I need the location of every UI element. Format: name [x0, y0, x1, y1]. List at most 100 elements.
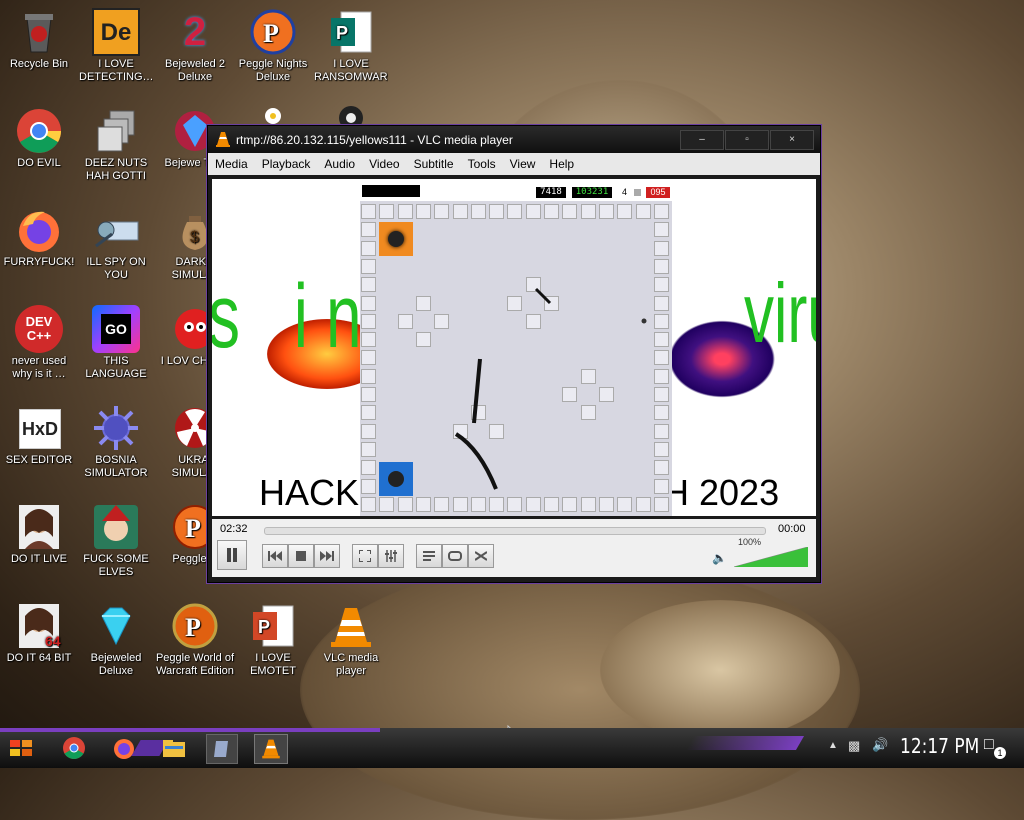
skip-forward-icon — [320, 551, 334, 561]
desktop-icon-label: Recycle Bin — [9, 58, 69, 70]
menu-video[interactable]: Video — [362, 157, 406, 171]
portrait-64-icon: 64 — [15, 602, 63, 650]
peggle-nights-icon: P — [249, 8, 297, 56]
stop-button[interactable] — [288, 544, 314, 568]
tray-network-icon[interactable]: ▩ — [848, 738, 860, 754]
background-figure-hand — [600, 600, 840, 740]
fullscreen-button[interactable] — [352, 544, 378, 568]
desktop-icon-i-love-emotet[interactable]: P I LOVE EMOTET — [236, 602, 310, 678]
goland-icon: GO — [92, 305, 140, 353]
desktop-icon-label: Peggle Nights Deluxe — [238, 58, 308, 83]
desktop-icon-recycle-bin[interactable]: Recycle Bin — [2, 8, 76, 71]
start-button[interactable] — [8, 734, 36, 762]
taskbar-notepad[interactable] — [206, 734, 238, 764]
video-area[interactable]: s infe viru HACK H 2023 7418 103231 4 09… — [212, 179, 816, 516]
taskbar-chrome[interactable] — [60, 734, 88, 762]
maximize-icon: ▫ — [745, 134, 749, 145]
desktop-icon-this-language[interactable]: GO THIS LANGUAGE … — [79, 305, 153, 383]
desktop-icon-dev-cpp[interactable]: DEV C++ never used why is it … — [2, 305, 76, 381]
minimize-button[interactable]: – — [680, 129, 724, 150]
taskbar-vlc[interactable] — [254, 734, 288, 764]
pause-icon — [227, 548, 237, 562]
desktop-icon-bosnia-simulator[interactable]: BOSNIA SIMULATOR — [79, 404, 153, 480]
desktop-icon-label: Peggle World of Warcraft Edition — [155, 652, 235, 677]
desktop-icon-label: DEEZ NUTS HAH GOTTI — [84, 157, 148, 182]
previous-button[interactable] — [262, 544, 288, 568]
speaker-icon[interactable]: 🔈 — [712, 551, 727, 565]
vlc-window: rtmp://86.20.132.115/yellows111 - VLC me… — [207, 125, 821, 583]
taskbar-firefox[interactable] — [110, 734, 138, 762]
desktop-icon-sex-editor[interactable]: HxD SEX EDITOR — [2, 404, 76, 467]
desktop-icon-label: ILL SPY ON YOU — [86, 256, 146, 281]
taskbar-accent-left — [0, 728, 380, 732]
notification-count: 1 — [994, 747, 1006, 759]
volume-slider[interactable] — [733, 546, 809, 568]
menu-subtitle[interactable]: Subtitle — [407, 157, 461, 171]
maximize-button[interactable]: ▫ — [725, 129, 769, 150]
menu-audio[interactable]: Audio — [317, 157, 362, 171]
desktop-icon-furryfuck[interactable]: FURRYFUCK! — [2, 206, 76, 269]
gear-icon — [327, 104, 375, 130]
taskbar-explorer[interactable] — [160, 734, 188, 762]
desktop-icon-label: Bejeweled Deluxe — [90, 652, 142, 677]
close-button[interactable]: × — [770, 129, 814, 150]
tray-volume-icon[interactable]: 🔊 — [872, 737, 888, 753]
taskbar-clock[interactable]: 12:17 PM — [900, 734, 979, 758]
close-icon: × — [789, 134, 795, 145]
background-figure-body — [300, 560, 860, 820]
desktop-icon-flowers[interactable] — [236, 104, 310, 126]
desktop-icon-i-love-ransomware[interactable]: P I LOVE RANSOMWARE — [314, 8, 388, 84]
desktop-icon-detecting[interactable]: De I LOVE DETECTING… — [79, 8, 153, 84]
time-total: 00:00 — [778, 523, 806, 535]
extended-settings-button[interactable] — [378, 544, 404, 568]
game-board[interactable]: 7418 103231 4 095 — [360, 179, 672, 516]
shuffle-button[interactable] — [468, 544, 494, 568]
firefox-icon — [15, 206, 63, 254]
desktop-icon-ill-spy-on-you[interactable]: ILL SPY ON YOU — [79, 206, 153, 282]
notification-center-icon[interactable]: □ — [984, 736, 994, 754]
video-bottom-right-text: H 2023 — [663, 472, 780, 513]
vlc-titlebar[interactable]: rtmp://86.20.132.115/yellows111 - VLC me… — [208, 126, 820, 153]
chrome-icon — [15, 107, 63, 155]
loop-icon — [448, 551, 462, 561]
seek-bar[interactable] — [264, 527, 766, 535]
desktop-icon-peggle-nights[interactable]: P Peggle Nights Deluxe — [236, 8, 310, 84]
publisher-icon: P — [327, 8, 375, 56]
desktop-icon-label: DO IT LIVE — [10, 553, 68, 565]
desktop-icon-label: SEX EDITOR — [5, 454, 73, 466]
desktop-icon-gear[interactable] — [314, 104, 388, 130]
menu-playback[interactable]: Playback — [255, 157, 318, 171]
time-elapsed: 02:32 — [220, 523, 248, 535]
desktop-icon-deez-nuts[interactable]: DEEZ NUTS HAH GOTTI — [79, 107, 153, 183]
desktop-icon-do-it-64-bit[interactable]: 64 DO IT 64 BIT — [2, 602, 76, 665]
detect-it-easy-icon: De — [92, 8, 140, 56]
menu-tools[interactable]: Tools — [461, 157, 503, 171]
elf-game-icon — [92, 503, 140, 551]
desktop-icon-bejeweled-2[interactable]: 2 Bejeweled 2 Deluxe — [158, 8, 232, 84]
menu-media[interactable]: Media — [208, 157, 255, 171]
svg-text:P: P — [336, 23, 348, 43]
desktop-icon-do-evil[interactable]: DO EVIL — [2, 107, 76, 170]
video-bottom-left-text: HACK — [259, 472, 360, 513]
tray-chevron-up-icon[interactable]: ▲ — [828, 740, 838, 751]
desktop-icon-fuck-some-elves[interactable]: FUCK SOME ELVES — [79, 503, 153, 579]
bejeweled-2-icon: 2 — [183, 9, 207, 54]
peggle-wow-icon: P — [171, 602, 219, 650]
desktop-icon-do-it-live[interactable]: DO IT LIVE — [2, 503, 76, 566]
loop-button[interactable] — [442, 544, 468, 568]
desktop-icon-bejeweled-deluxe[interactable]: Bejeweled Deluxe — [79, 602, 153, 678]
desktop-icon-label: FURRYFUCK! — [3, 256, 75, 268]
menu-view[interactable]: View — [503, 157, 543, 171]
menu-help[interactable]: Help — [542, 157, 581, 171]
taskbar: ▲ ▩ 🔊 12:17 PM □ 1 — [0, 728, 1024, 768]
desktop-icon-label: I LOVE DETECTING… — [79, 58, 153, 83]
pause-button[interactable] — [217, 540, 247, 570]
desktop-icon-vlc[interactable]: VLC media player — [314, 602, 388, 678]
svg-text:$: $ — [190, 229, 199, 246]
next-button[interactable] — [314, 544, 340, 568]
playlist-button[interactable] — [416, 544, 442, 568]
desktop-icon-label: I LOVE EMOTET — [250, 652, 296, 677]
video-right-text: viru — [744, 266, 816, 361]
desktop-icon-peggle-wow[interactable]: P Peggle World of Warcraft Edition — [152, 602, 238, 678]
dev-cpp-icon-text: DEV — [25, 314, 53, 329]
